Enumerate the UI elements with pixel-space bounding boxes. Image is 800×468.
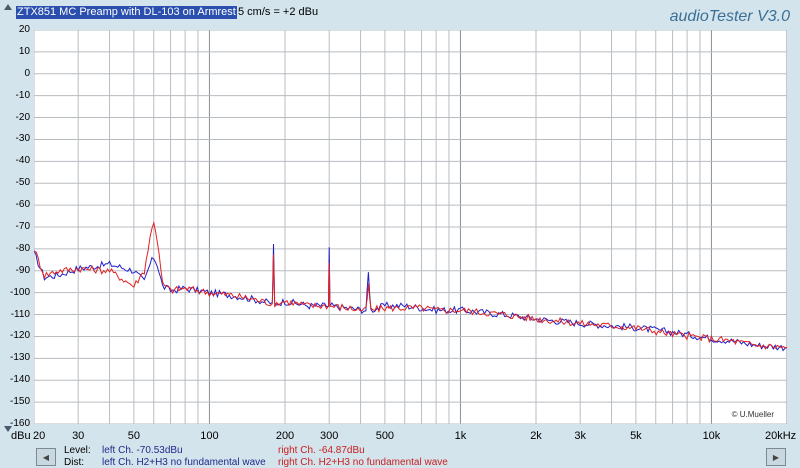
y-tick-label: 20 <box>18 24 30 35</box>
y-tick-label: 10 <box>18 45 30 57</box>
scroll-right-button-icon[interactable]: ▶ <box>766 448 786 466</box>
x-tick-label: 1k <box>454 430 467 442</box>
app-title: audioTester V3.0 <box>669 8 790 25</box>
x-tick-label: 200 <box>275 430 295 442</box>
x-tick-label: 5k <box>630 430 642 442</box>
x-tick-label: 500 <box>375 430 395 442</box>
y-tick-label: -20 <box>15 111 30 123</box>
x-tick-label: 2k <box>530 430 542 442</box>
measurement-title-note[interactable]: 5 cm/s = +2 dBu <box>238 6 318 19</box>
y-tick-label: -100 <box>9 286 30 298</box>
scroll-left-button-icon[interactable]: ◀ <box>36 448 56 466</box>
y-tick-label: -90 <box>15 264 30 276</box>
x-tick-label: 50 <box>127 430 140 442</box>
dist-label: Dist: <box>64 457 84 468</box>
level-label: Level: <box>64 445 91 456</box>
y-tick-label: -80 <box>15 242 30 254</box>
x-tick-label: 20 <box>33 430 46 442</box>
x-tick-label: 100 <box>200 430 219 442</box>
x-tick-label: 20kHz <box>765 430 797 442</box>
x-tick-label: 300 <box>320 430 339 442</box>
y-tick-label: -50 <box>15 177 30 189</box>
copyright-label: © U.Mueller <box>731 410 774 419</box>
y-tick-label: -10 <box>15 89 30 101</box>
spectrum-plot[interactable] <box>34 30 787 424</box>
y-tick-label: -40 <box>15 155 30 167</box>
y-tick-label: -120 <box>9 330 30 342</box>
left-dist-value: left Ch. H2+H3 no fundamental wave <box>102 457 266 468</box>
y-tick-label: -60 <box>15 199 30 211</box>
x-tick-label: 3k <box>574 430 586 442</box>
y-tick-label: -110 <box>10 308 30 320</box>
right-level-value: right Ch. -64.87dBu <box>278 445 365 456</box>
x-tick-label: 10k <box>702 430 721 442</box>
y-scroll-up-arrow-icon[interactable] <box>4 4 12 10</box>
y-tick-label: -70 <box>15 221 30 232</box>
y-tick-label: -150 <box>9 396 30 408</box>
y-tick-label: -140 <box>9 374 30 386</box>
measurement-title[interactable]: ZTX851 MC Preamp with DL-103 on Armrest <box>16 6 237 19</box>
x-axis-label: dBu <box>11 430 31 442</box>
y-tick-label: -130 <box>9 352 30 364</box>
right-dist-value: right Ch. H2+H3 no fundamental wave <box>278 457 448 468</box>
x-tick-label: 30 <box>72 430 85 442</box>
y-tick-label: 0 <box>24 67 30 79</box>
y-tick-label: -30 <box>15 133 30 145</box>
left-level-value: left Ch. -70.53dBu <box>102 445 183 456</box>
